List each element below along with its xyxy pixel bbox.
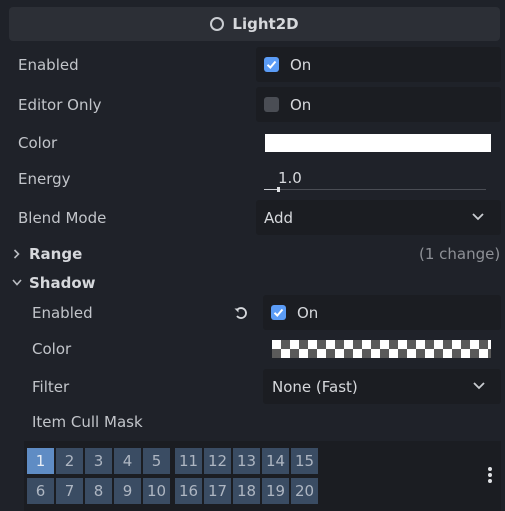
- cull-layer-18[interactable]: 18: [233, 478, 260, 504]
- cull-layer-20[interactable]: 20: [291, 478, 318, 504]
- editor-only-value: On: [290, 96, 312, 114]
- cull-layer-1[interactable]: 1: [27, 448, 54, 474]
- cull-layer-6[interactable]: 6: [27, 478, 54, 504]
- cull-layer-3[interactable]: 3: [85, 448, 112, 474]
- blend-mode-label: Blend Mode: [18, 209, 107, 227]
- blend-mode-value: Add: [264, 209, 294, 227]
- shadow-enabled-checkbox[interactable]: [271, 305, 286, 320]
- cull-layer-7[interactable]: 7: [56, 478, 83, 504]
- cull-layer-16[interactable]: 16: [175, 478, 202, 504]
- circle-icon: [210, 17, 225, 31]
- energy-track: [264, 189, 486, 190]
- cull-layer-13[interactable]: 13: [233, 448, 260, 474]
- range-label: Range: [29, 245, 83, 263]
- range-section[interactable]: Range (1 change): [10, 244, 501, 264]
- cull-layer-8[interactable]: 8: [85, 478, 112, 504]
- node-title: Light2D: [232, 15, 299, 33]
- shadow-enabled-label: Enabled: [32, 304, 93, 322]
- check-icon: [273, 308, 284, 317]
- enabled-checkbox[interactable]: [264, 57, 279, 72]
- more-options-icon[interactable]: [488, 465, 492, 485]
- cull-layer-11[interactable]: 11: [175, 448, 202, 474]
- inspector-header: Light2D: [9, 7, 500, 41]
- filter-select[interactable]: None (Fast): [263, 369, 501, 404]
- editor-only-field[interactable]: On: [256, 87, 501, 122]
- cull-layer-17[interactable]: 17: [204, 478, 231, 504]
- chevron-right-icon: [13, 249, 20, 259]
- cull-layer-10[interactable]: 10: [143, 478, 170, 504]
- shadow-section[interactable]: Shadow: [10, 273, 501, 293]
- energy-slider[interactable]: 1.0: [256, 162, 501, 197]
- enabled-value: On: [290, 56, 312, 74]
- cull-layer-4[interactable]: 4: [114, 448, 141, 474]
- enabled-field[interactable]: On: [256, 47, 501, 82]
- enabled-label: Enabled: [18, 56, 79, 74]
- energy-value: 1.0: [278, 169, 302, 187]
- shadow-enabled-value: On: [297, 304, 319, 322]
- editor-only-label: Editor Only: [18, 96, 102, 114]
- chevron-down-icon: [472, 213, 484, 221]
- energy-fill: [264, 189, 278, 190]
- cull-layer-15[interactable]: 15: [291, 448, 318, 474]
- cull-layer-2[interactable]: 2: [56, 448, 83, 474]
- cull-layer-9[interactable]: 9: [114, 478, 141, 504]
- check-icon: [266, 60, 277, 69]
- shadow-color-swatch[interactable]: [272, 340, 491, 358]
- range-change-count: (1 change): [419, 245, 501, 263]
- shadow-enabled-field[interactable]: On: [263, 295, 501, 330]
- shadow-label: Shadow: [29, 274, 96, 292]
- revert-icon[interactable]: [233, 305, 249, 321]
- cull-layer-14[interactable]: 14: [262, 448, 289, 474]
- item-cull-mask-label: Item Cull Mask: [32, 413, 143, 431]
- shadow-color-label: Color: [32, 340, 72, 358]
- editor-only-checkbox[interactable]: [264, 97, 279, 112]
- cull-layer-5[interactable]: 5: [143, 448, 170, 474]
- chevron-down-icon: [12, 279, 22, 286]
- color-swatch[interactable]: [265, 134, 491, 152]
- filter-value: None (Fast): [272, 378, 358, 396]
- filter-label: Filter: [32, 378, 70, 396]
- blend-mode-select[interactable]: Add: [256, 200, 501, 235]
- cull-layer-12[interactable]: 12: [204, 448, 231, 474]
- color-label: Color: [18, 134, 58, 152]
- chevron-down-icon: [473, 382, 485, 390]
- energy-grabber[interactable]: [277, 187, 280, 192]
- cull-layer-19[interactable]: 19: [262, 478, 289, 504]
- energy-label: Energy: [18, 170, 71, 188]
